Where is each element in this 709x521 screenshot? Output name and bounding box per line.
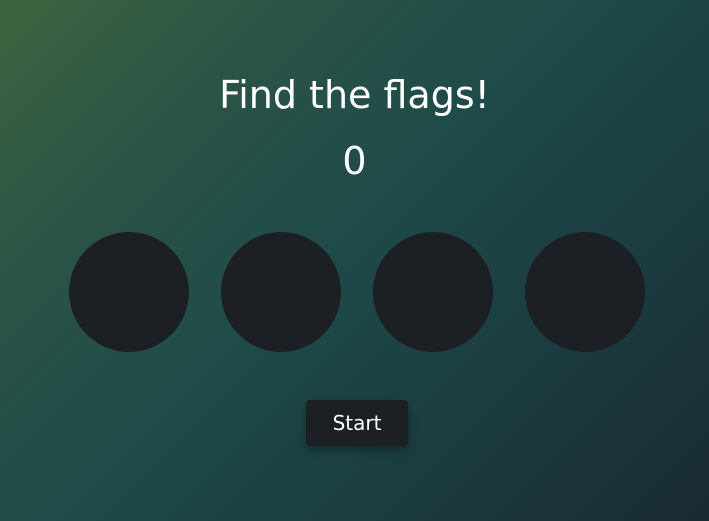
score-counter: 0 [342, 139, 367, 183]
flag-circle-4[interactable] [525, 232, 645, 352]
flag-circle-2[interactable] [221, 232, 341, 352]
start-button[interactable]: Start [306, 400, 408, 446]
flag-circles [69, 232, 645, 352]
flag-circle-1[interactable] [69, 232, 189, 352]
flag-circle-3[interactable] [373, 232, 493, 352]
game-title: Find the flags! [219, 73, 490, 117]
